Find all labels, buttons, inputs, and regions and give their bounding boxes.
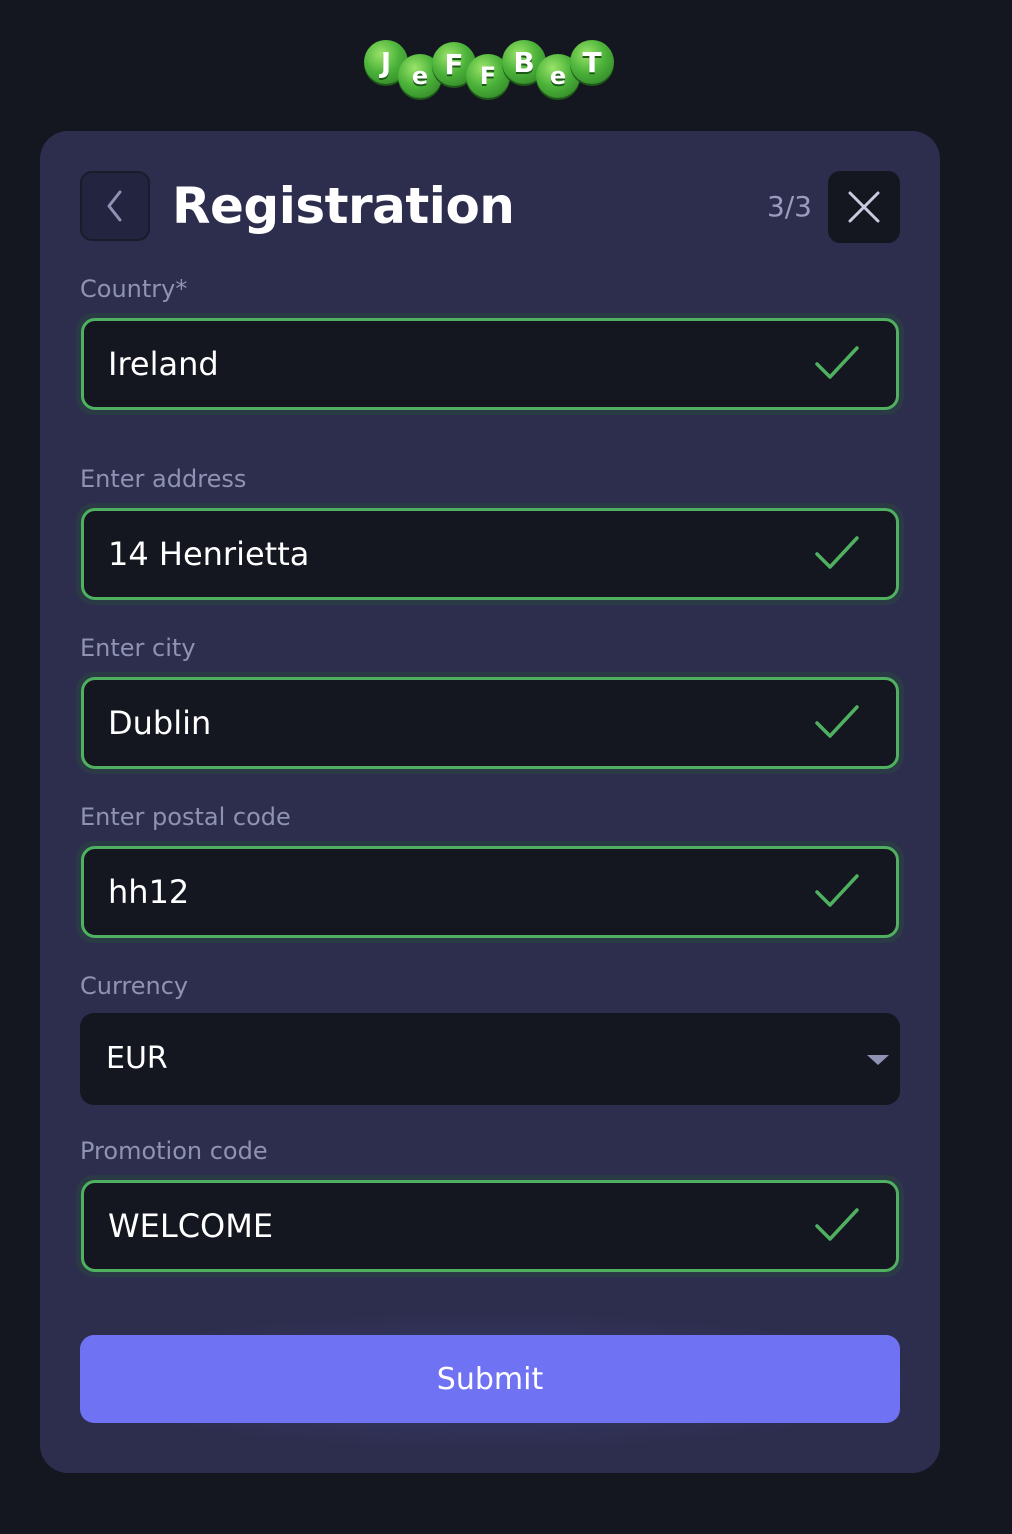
check-icon	[815, 705, 859, 738]
address-value: 14 Henrietta	[108, 535, 310, 573]
close-icon	[848, 191, 880, 223]
city-field[interactable]: Dublin	[76, 672, 904, 774]
check-icon	[815, 1208, 859, 1241]
check-icon	[815, 536, 859, 569]
check-icon	[815, 874, 859, 907]
city-value: Dublin	[108, 704, 212, 742]
address-field[interactable]: 14 Henrietta	[76, 503, 904, 605]
promo-code-value: WELCOME	[108, 1207, 274, 1245]
country-value: Ireland	[108, 345, 219, 383]
submit-button[interactable]: Submit	[80, 1335, 900, 1423]
chevron-left-icon	[107, 190, 122, 222]
step-indicator: 3/3	[766, 190, 812, 223]
postal-code-field[interactable]: hh12	[76, 841, 904, 943]
check-icon	[815, 346, 859, 379]
currency-value: EUR	[106, 1041, 168, 1076]
promo-code-field[interactable]: WELCOME	[76, 1175, 904, 1277]
city-label: Enter city	[80, 634, 196, 662]
registration-modal: Registration 3/3 Country* Ireland Enter …	[40, 131, 940, 1473]
postal-code-value: hh12	[108, 873, 190, 911]
caret-down-icon	[867, 1055, 889, 1065]
jeffbet-logo: J e F F B e T	[364, 38, 616, 100]
currency-label: Currency	[80, 972, 189, 1000]
promo-code-label: Promotion code	[80, 1137, 268, 1165]
country-label: Country*	[80, 275, 188, 303]
postal-code-label: Enter postal code	[80, 803, 291, 831]
address-label: Enter address	[80, 465, 247, 493]
logo-letter: T	[570, 40, 614, 84]
back-button[interactable]	[80, 171, 150, 241]
country-field[interactable]: Ireland	[76, 313, 904, 415]
close-button[interactable]	[828, 171, 900, 243]
currency-select[interactable]: EUR	[80, 1013, 900, 1105]
page-title: Registration	[172, 177, 515, 235]
